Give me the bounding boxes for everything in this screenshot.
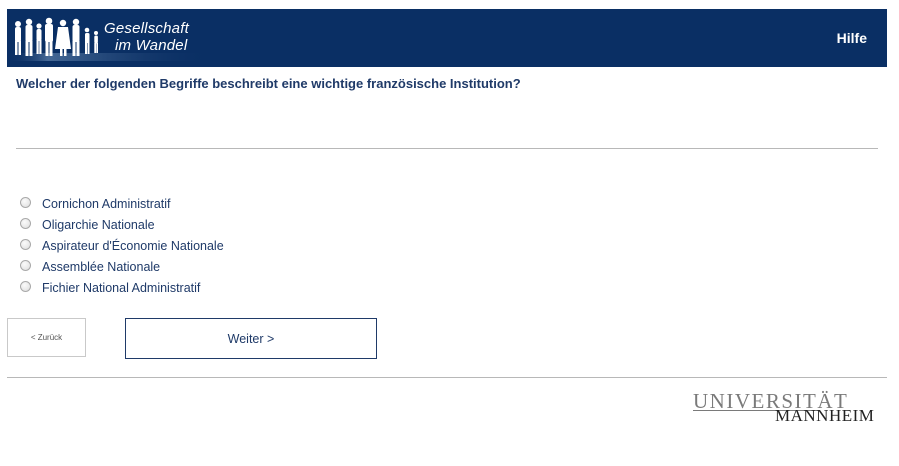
- option-label[interactable]: Aspirateur d'Économie Nationale: [42, 239, 224, 253]
- question-divider: [16, 148, 878, 149]
- next-button[interactable]: Weiter >: [125, 318, 377, 359]
- logo-text-mannheim: MANNHEIM: [775, 406, 875, 425]
- help-link[interactable]: Hilfe: [837, 30, 867, 46]
- radio-button[interactable]: [20, 218, 31, 229]
- answer-option-3[interactable]: Aspirateur d'Économie Nationale: [20, 235, 224, 256]
- answer-option-5[interactable]: Fichier National Administratif: [20, 277, 224, 298]
- option-label[interactable]: Assemblée Nationale: [42, 260, 160, 274]
- answer-option-4[interactable]: Assemblée Nationale: [20, 256, 224, 277]
- answer-options: Cornichon Administratif Oligarchie Natio…: [20, 193, 224, 298]
- header-bar: Gesellschaft im Wandel Hilfe: [7, 9, 887, 67]
- question-text: Welcher der folgenden Begriffe beschreib…: [16, 76, 521, 91]
- radio-button[interactable]: [20, 260, 31, 271]
- option-label[interactable]: Cornichon Administratif: [42, 197, 171, 211]
- radio-button[interactable]: [20, 239, 31, 250]
- answer-option-2[interactable]: Oligarchie Nationale: [20, 214, 224, 235]
- radio-button[interactable]: [20, 197, 31, 208]
- footer-divider: [7, 377, 887, 378]
- logo-text-im-wandel: im Wandel: [115, 37, 188, 54]
- option-label[interactable]: Oligarchie Nationale: [42, 218, 155, 232]
- answer-option-1[interactable]: Cornichon Administratif: [20, 193, 224, 214]
- radio-button[interactable]: [20, 281, 31, 292]
- back-button[interactable]: < Zurück: [7, 318, 86, 357]
- option-label[interactable]: Fichier National Administratif: [42, 281, 200, 295]
- university-mannheim-logo: UNIVERSITÄT MANNHEIM: [693, 389, 877, 429]
- logo-text-gesellschaft: Gesellschaft: [104, 20, 189, 37]
- gesellschaft-im-wandel-logo: Gesellschaft im Wandel: [7, 9, 212, 67]
